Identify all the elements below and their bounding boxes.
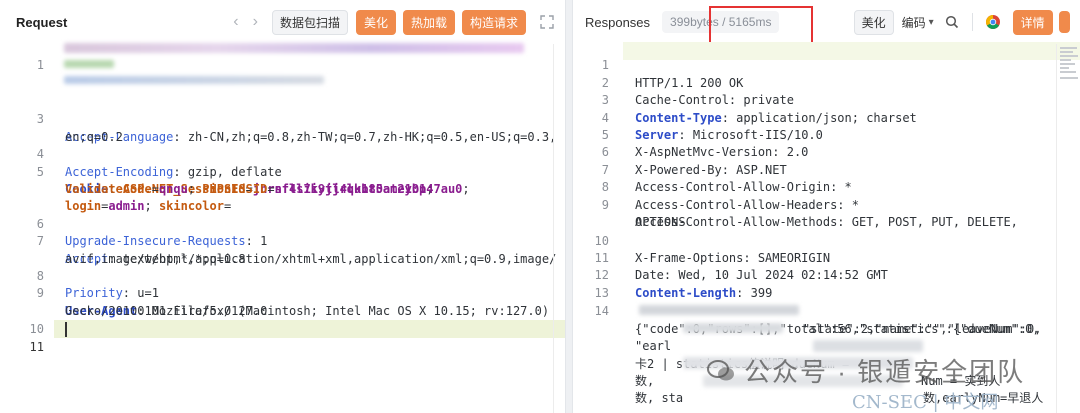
watermark: 公众号 · 银遁安全团队 (706, 352, 1025, 389)
code-line: 6 X-Powered-By: ASP.NET (601, 145, 787, 177)
request-scrollbar[interactable] (553, 44, 565, 413)
text-cursor (65, 322, 67, 337)
code-line: 11 (29, 340, 44, 355)
code-line: 14 {"code":0,"rows":[],"total":56,"stati… (594, 304, 1040, 336)
code-line: Gecko/20100101 Firefox/127.0 (65, 303, 268, 318)
wechat-icon (706, 358, 736, 384)
code-line: 11 Date: Wed, 10 Jul 2024 02:14:52 GMT (594, 251, 888, 283)
beautify-button[interactable]: 美化 (355, 9, 396, 35)
code-line: 8 Priority: u=1 (36, 269, 159, 301)
code-line: 1 HTTP/1.1 200 OK (601, 58, 744, 90)
response-minimap[interactable] (1056, 44, 1080, 413)
packet-scan-button[interactable]: 数据包扫描 (271, 9, 348, 35)
code-line: 6 Upgrade-Insecure-Requests: 1 (36, 216, 268, 249)
redacted-content (64, 43, 524, 53)
code-line: 2 Cache-Control: private (601, 75, 794, 108)
expand-icon[interactable] (539, 14, 555, 30)
code-line: avif,image/webp,*/*;q=0.8 (65, 251, 246, 266)
chrome-browser-icon[interactable] (983, 12, 1003, 32)
toolbar-divider (971, 13, 973, 31)
code-line: 4 Server: Microsoft-IIS/10.0 (601, 110, 823, 142)
extra-button[interactable] (1058, 11, 1070, 33)
encoding-select[interactable]: 编码 ▾ (902, 14, 934, 31)
hot-load-button[interactable]: 热加载 (402, 9, 455, 35)
next-arrow-icon[interactable]: › (253, 14, 258, 30)
code-line: 8 Access-Control-Allow-Headers: * (601, 180, 859, 212)
request-title: Request (16, 14, 68, 30)
code-line: 7 Accept: text/html,application/xhtml+xm… (36, 234, 557, 266)
watermark-text: 公众号 · 银遁安全团队 (744, 357, 1026, 387)
redacted-content (64, 76, 324, 84)
code-line: 5 X-AspNetMvc-Version: 2.0 (601, 128, 809, 160)
code-line: ValidateCode=qnqu; PHPSESSID=nf4l7k9jlrl… (65, 182, 477, 196)
prev-arrow-icon[interactable]: ‹ (233, 14, 238, 30)
details-button[interactable]: 详情 (1012, 9, 1053, 35)
code-line: en;q=0.2 (65, 129, 123, 144)
code-line: login=admin; skincolor= (65, 199, 232, 214)
code-line: 7 Access-Control-Allow-Origin: * (601, 162, 852, 195)
construct-request-button[interactable]: 构造请求 (461, 9, 526, 35)
code-line: 5 Cookie: ASP.NET_SessionId=jnrsflsiiytj… (36, 164, 441, 196)
site-watermark: CN-SEC | 中文网 (852, 392, 999, 413)
code-line: 4 Accept-Encoding: gzip, deflate (36, 147, 282, 179)
code-line: 3 Content-Type: application/json; charse… (601, 93, 917, 125)
search-icon[interactable] (942, 12, 962, 32)
encoding-label: 编码 (901, 15, 926, 30)
code-line: OPTIONS (635, 215, 686, 229)
code-line: "earl (635, 339, 672, 354)
code-line: 10 (29, 322, 44, 337)
redacted-content (64, 60, 114, 68)
code-line: 10 X-Frame-Options: SAMEORIGIN (594, 233, 831, 265)
response-header: Responses 399bytes / 5165ms 美化 编码 ▾ 详情 (573, 0, 1080, 44)
request-header: Request ‹ › 数据包扫描 美化 热加载 构造请求 (0, 0, 565, 44)
request-pane: Request ‹ › 数据包扫描 美化 热加载 构造请求 1 3 Accept… (0, 0, 566, 413)
code-line: 12 Content-Length: 399 (594, 268, 773, 300)
redacted-content (639, 305, 799, 315)
request-editor[interactable]: 1 3 Accept-Language: zh-CN,zh;q=0.8,zh-T… (0, 40, 565, 413)
code-line: 9 User-Agent: Mozilla/5.0 (Macintosh; In… (36, 286, 550, 318)
code-line: 9 Access-Control-Allow-Methods: GET, POS… (601, 197, 1018, 229)
code-line: 13 (594, 285, 609, 300)
code-line: 3 Accept-Language: zh-CN,zh;q=0.8,zh-TW;… (36, 112, 557, 144)
chevron-down-icon: ▾ (928, 16, 934, 28)
redacted-content (683, 323, 783, 333)
response-beautify-button[interactable]: 美化 (853, 9, 894, 35)
response-title: Responses (585, 14, 651, 30)
redacted-content (813, 340, 923, 352)
